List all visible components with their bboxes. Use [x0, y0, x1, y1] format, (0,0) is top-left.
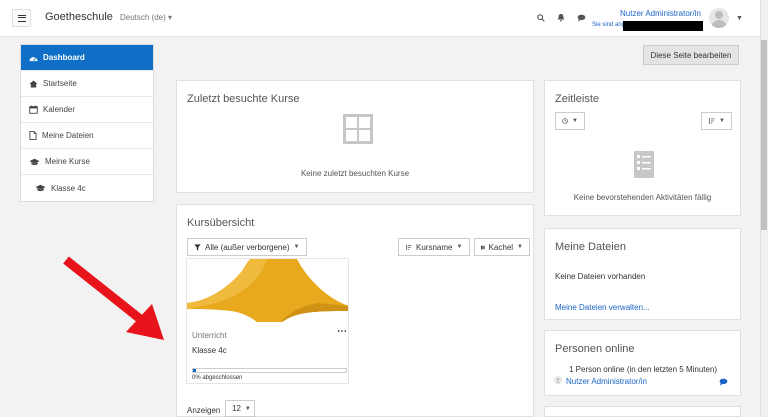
online-summary-text: 1 Person online (in den letzten 5 Minute…: [569, 365, 718, 374]
course-image-fill: [187, 259, 348, 322]
bell-icon[interactable]: [557, 13, 565, 22]
card-title: Kursübersicht: [187, 217, 255, 229]
sidebar-item-meine-kurse[interactable]: Meine Kurse: [21, 149, 153, 175]
chevron-down-icon: ▼: [517, 244, 523, 250]
user-icon: [554, 376, 562, 384]
chevron-down-icon: ▼: [456, 244, 463, 250]
page-scrollbar[interactable]: [760, 0, 768, 417]
course-progress-fill: [193, 369, 197, 372]
nav-drawer-toggle-button[interactable]: [12, 9, 31, 27]
timeline-sort-button[interactable]: ▼: [701, 112, 732, 130]
sidebar-item-startseite[interactable]: Startseite: [21, 71, 153, 97]
sidebar-item-meine-dateien[interactable]: Meine Dateien: [21, 123, 153, 149]
courses-placeholder-icon: [343, 114, 373, 144]
graduation-cap-icon: [29, 158, 40, 165]
grid-icon: [481, 245, 485, 249]
show-count-label: Anzeigen: [187, 406, 221, 415]
course-image[interactable]: [187, 259, 348, 322]
sidebar-item-label: Startseite: [43, 79, 77, 88]
graduation-cap-icon: [35, 184, 46, 192]
sidebar-item-label: Kalender: [43, 105, 76, 114]
card-title: Meine Dateien: [555, 241, 626, 253]
sidebar-item-label: Meine Kurse: [45, 157, 90, 166]
timeline-card: Zeitleiste ▼ ▼ Keine bevorstehenden Akti…: [544, 80, 741, 216]
chevron-down-icon: ▼: [293, 244, 300, 250]
chevron-down-icon[interactable]: ▼: [736, 15, 743, 22]
sidebar-item-klasse-4c[interactable]: Klasse 4c: [21, 175, 153, 201]
search-icon[interactable]: [537, 13, 545, 22]
course-image-shape: [187, 259, 348, 322]
sidebar-item-dashboard[interactable]: Dashboard: [21, 45, 153, 71]
show-count-value: 12: [232, 404, 241, 413]
filter-label: Alle (außer verborgene): [205, 242, 290, 252]
empty-message: Keine zuletzt besuchten Kurse: [300, 169, 410, 178]
sort-icon: [709, 118, 715, 124]
course-menu-button[interactable]: ⋯: [337, 326, 347, 337]
card-title: Zeitleiste: [555, 93, 600, 105]
user-menu-name[interactable]: Nutzer Administrator/in: [620, 9, 701, 18]
redacted-box: [623, 21, 703, 31]
filter-icon: [194, 243, 201, 251]
course-tile[interactable]: Unterricht ⋯ Klasse 4c 0% abgeschlossen: [186, 258, 349, 384]
message-icon[interactable]: [719, 378, 728, 386]
sidebar-item-label: Meine Dateien: [42, 131, 94, 140]
online-users-card: Personen online 1 Person online (in den …: [544, 330, 741, 396]
clock-icon: [562, 118, 568, 124]
chevron-down-icon: ▼: [719, 118, 725, 124]
card-title: Zuletzt besuchte Kurse: [187, 93, 300, 105]
language-menu[interactable]: Deutsch (de) ▾: [120, 13, 172, 22]
hamburger-icon: [17, 14, 26, 22]
avatar[interactable]: [709, 8, 729, 28]
sort-icon: [406, 244, 412, 250]
scrollbar-thumb[interactable]: [761, 40, 767, 230]
course-progress-text: 0% abgeschlossen: [192, 375, 243, 381]
file-icon: [29, 131, 37, 140]
course-view-dropdown[interactable]: Kachel ▼: [474, 238, 530, 256]
dashboard-icon: [29, 56, 38, 61]
timeline-day-filter-button[interactable]: ▼: [555, 112, 585, 130]
next-block-card: [544, 406, 741, 417]
chevron-down-icon: ▼: [244, 405, 251, 412]
red-arrow-annotation: [63, 256, 164, 340]
manage-files-link[interactable]: Meine Dateien verwalten...: [555, 303, 650, 312]
course-filter-dropdown[interactable]: Alle (außer verborgene) ▼: [187, 238, 307, 256]
home-icon: [29, 79, 38, 88]
course-name-link[interactable]: Klasse 4c: [192, 346, 227, 355]
course-sort-dropdown[interactable]: Kursname ▼: [398, 238, 470, 256]
show-count-dropdown[interactable]: 12 ▼: [225, 400, 255, 417]
card-title: Personen online: [555, 343, 635, 355]
calendar-icon: [29, 105, 38, 114]
sidebar-item-label: Klasse 4c: [51, 183, 86, 193]
edit-page-button[interactable]: Diese Seite bearbeiten: [643, 45, 739, 65]
site-name-link[interactable]: Goetheschule: [45, 11, 113, 23]
recent-courses-card: Zuletzt besuchte Kurse Keine zuletzt bes…: [176, 80, 534, 193]
sidebar-item-label: Dashboard: [43, 53, 85, 62]
course-progress-bar: [192, 368, 347, 373]
online-user-link[interactable]: Nutzer Administrator/in: [566, 377, 647, 386]
no-files-text: Keine Dateien vorhanden: [555, 272, 646, 281]
nav-icons: [537, 13, 586, 22]
chat-bubble-icon[interactable]: [577, 14, 586, 22]
view-label: Kachel: [488, 242, 514, 252]
chevron-down-icon: ▼: [572, 118, 578, 124]
my-files-card: Meine Dateien Keine Dateien vorhanden Me…: [544, 228, 741, 320]
course-category: Unterricht: [192, 331, 227, 340]
sort-label: Kursname: [416, 242, 453, 252]
empty-message: Keine bevorstehenden Aktivitäten fällig: [573, 193, 712, 202]
list-placeholder-icon: [634, 151, 654, 178]
sidebar-item-kalender[interactable]: Kalender: [21, 97, 153, 123]
top-navbar: Goetheschule Deutsch (de) ▾ Nutzer Admin…: [0, 0, 768, 37]
nav-drawer: Dashboard Startseite Kalender Meine Date…: [20, 44, 154, 202]
